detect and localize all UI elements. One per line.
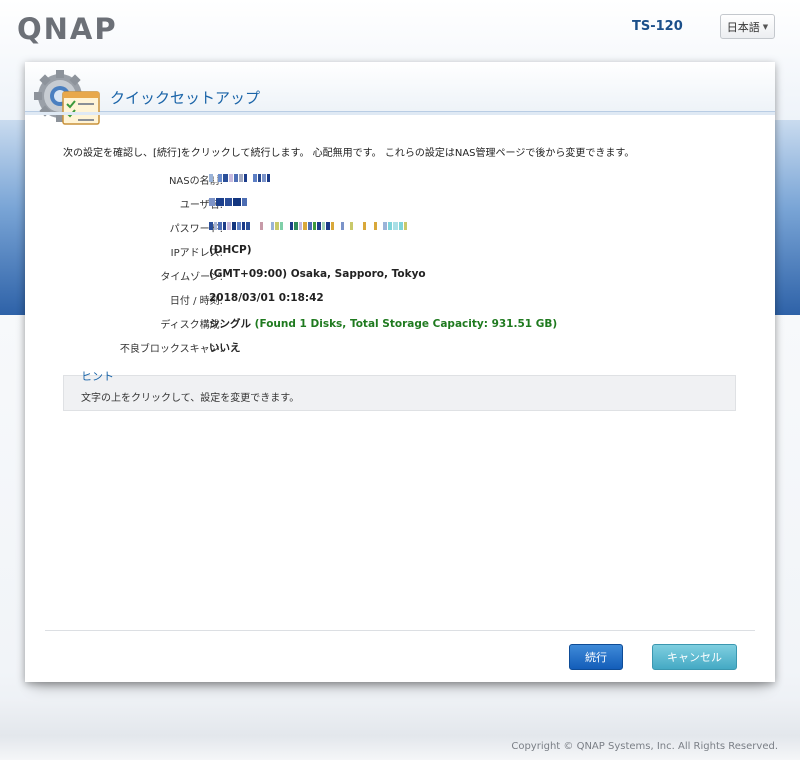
field-ip-address[interactable]: IPアドレス: (DHCP) (25, 244, 775, 262)
field-value: 2018/03/01 0:18:42 (209, 292, 324, 304)
qnap-logo: QNAP (17, 12, 118, 46)
field-value: (GMT+09:00) Osaka, Sapporo, Tokyo (209, 268, 426, 280)
caret-down-icon: ▼ (762, 22, 769, 31)
panel-title: クイックセットアップ (110, 89, 261, 107)
copyright-text: Copyright © QNAP Systems, Inc. All Right… (511, 741, 778, 752)
run-button[interactable]: 続行 (569, 644, 623, 670)
hint-box: 文字の上をクリックして、設定を変更できます。 (63, 375, 736, 411)
intro-text: 次の設定を確認し、[続行]をクリックして続行します。 心配無用です。 これらの設… (63, 148, 635, 159)
field-password[interactable]: パスワード: (25, 220, 775, 238)
panel-header: クイックセットアップ (25, 62, 775, 125)
field-value: (DHCP) (209, 244, 252, 256)
language-selector[interactable]: 日本語 ▼ (720, 14, 775, 39)
field-label: 不良ブロックスキャン: (119, 344, 223, 355)
cancel-button[interactable]: キャンセル (652, 644, 737, 670)
user-name-redacted (209, 198, 247, 206)
field-bad-block-scan[interactable]: 不良ブロックスキャン: いいえ (25, 340, 775, 358)
quick-setup-panel: クイックセットアップ 次の設定を確認し、[続行]をクリックして続行します。 心配… (25, 62, 775, 682)
gear-checklist-icon (33, 68, 105, 134)
disk-capacity-info: (Found 1 Disks, Total Storage Capacity: … (254, 318, 558, 330)
model-name: TS-120 (632, 19, 683, 34)
field-value: いいえ (209, 342, 241, 354)
nas-name-redacted (209, 174, 270, 182)
field-user-name[interactable]: ユーザ名: (25, 196, 775, 214)
field-nas-name[interactable]: NASの名前: (25, 172, 775, 190)
language-label: 日本語 (726, 20, 760, 34)
password-redacted (209, 222, 407, 230)
hint-title: ヒント (81, 370, 114, 383)
hint-text: 文字の上をクリックして、設定を変更できます。 (81, 393, 300, 404)
disk-config-mode: シングル (209, 318, 251, 330)
field-date-time[interactable]: 日付 / 時刻: 2018/03/01 0:18:42 (25, 292, 775, 310)
footer-divider (45, 630, 755, 631)
field-value: シングル (Found 1 Disks, Total Storage Capac… (209, 316, 557, 331)
field-time-zone[interactable]: タイムゾーン: (GMT+09:00) Osaka, Sapporo, Toky… (25, 268, 775, 286)
field-disk-config[interactable]: ディスク構成: シングル (Found 1 Disks, Total Stora… (25, 316, 775, 334)
